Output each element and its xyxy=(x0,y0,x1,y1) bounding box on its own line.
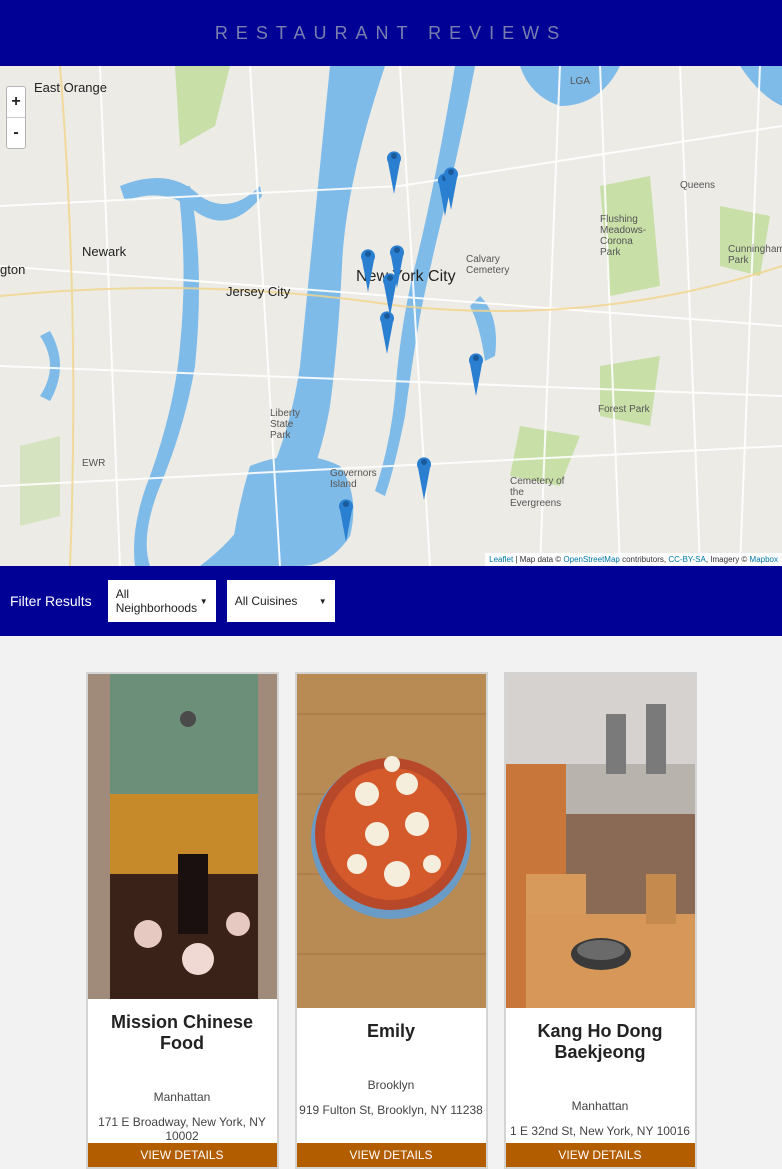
map-label-forest-park: Forest Park xyxy=(598,404,650,415)
restaurant-card: Mission Chinese Food Manhattan 171 E Bro… xyxy=(85,672,279,1169)
restaurant-address: 919 Fulton St, Brooklyn, NY 11238 xyxy=(299,1103,483,1117)
map-label-jersey-city: Jersey City xyxy=(226,284,291,299)
map-marker-icon[interactable] xyxy=(361,244,375,292)
map-label-liberty-state-park: Liberty State Park xyxy=(270,408,301,441)
map-label-ewr: EWR xyxy=(82,458,106,469)
zoom-out-button[interactable]: - xyxy=(7,117,25,148)
restaurant-card: Emily Brooklyn 919 Fulton St, Brooklyn, … xyxy=(294,672,488,1169)
map-label-queens: Queens xyxy=(680,180,716,191)
restaurant-neighborhood: Manhattan xyxy=(153,1090,211,1104)
license-link[interactable]: CC-BY-SA xyxy=(668,555,706,564)
restaurant-image xyxy=(296,674,486,1008)
map-label-newark: Newark xyxy=(82,244,127,259)
restaurant-neighborhood: Brooklyn xyxy=(367,1078,415,1092)
map-label-edge: gton xyxy=(0,262,26,277)
caret-down-icon: ▼ xyxy=(199,596,208,606)
caret-down-icon: ▼ xyxy=(318,596,327,606)
cuisines-select[interactable]: All Cuisines ▼ xyxy=(226,580,335,622)
view-details-button[interactable]: View Details xyxy=(87,1143,277,1167)
restaurant-image xyxy=(505,674,695,1008)
map-marker-icon[interactable] xyxy=(380,306,394,354)
map-label-lga: LGA xyxy=(570,76,591,87)
map-marker-icon[interactable] xyxy=(417,452,431,500)
map-label-calvary: Calvary Cemetery xyxy=(466,254,510,276)
restaurants-list: Mission Chinese Food Manhattan 171 E Bro… xyxy=(0,636,782,1169)
zoom-control: + - xyxy=(6,86,26,149)
leaflet-link[interactable]: Leaflet xyxy=(489,555,513,564)
map-marker-icon[interactable] xyxy=(387,146,401,194)
mapbox-link[interactable]: Mapbox xyxy=(750,555,778,564)
map-label-governors-island: Governors Island xyxy=(330,468,377,490)
map[interactable]: East Orange Newark gton Jersey City New … xyxy=(0,66,782,566)
filter-label: Filter Results xyxy=(10,593,92,609)
page-title: Restaurant Reviews xyxy=(214,22,568,43)
map-label-east-orange: East Orange xyxy=(34,80,107,95)
restaurant-name: Kang Ho Dong Baekjeong xyxy=(537,1021,663,1062)
zoom-in-button[interactable]: + xyxy=(7,87,25,117)
restaurant-address: 1 E 32nd St, New York, NY 10016 xyxy=(510,1124,690,1138)
site-header: Restaurant Reviews xyxy=(0,0,782,66)
osm-link[interactable]: OpenStreetMap xyxy=(563,555,619,564)
map-label-cemetery: Cemetery of the Evergreens xyxy=(510,476,565,509)
neighborhoods-select[interactable]: All Neighborhoods ▼ xyxy=(107,580,216,622)
map-label-cunningham-park: Cunningham Park xyxy=(728,244,782,266)
map-label-flushing-meadows: Flushing Meadows-Corona Park xyxy=(600,214,647,258)
restaurant-address: 171 E Broadway, New York, NY 10002 xyxy=(98,1115,266,1143)
map-marker-icon[interactable] xyxy=(469,348,483,396)
filter-bar: Filter Results All Neighborhoods ▼ All C… xyxy=(0,566,782,636)
map-attribution: Leaflet | Map data © OpenStreetMap contr… xyxy=(485,553,782,566)
restaurant-image xyxy=(87,674,277,999)
map-marker-icon[interactable] xyxy=(444,162,458,210)
restaurant-name: Emily xyxy=(366,1021,416,1041)
view-details-button[interactable]: View Details xyxy=(296,1143,486,1167)
map-marker-icon[interactable] xyxy=(339,494,353,542)
view-details-button[interactable]: View Details xyxy=(505,1143,695,1167)
restaurant-neighborhood: Manhattan xyxy=(571,1099,629,1113)
restaurant-name: Mission Chinese Food xyxy=(110,1012,254,1053)
restaurant-card: Kang Ho Dong Baekjeong Manhattan 1 E 32n… xyxy=(503,672,697,1169)
